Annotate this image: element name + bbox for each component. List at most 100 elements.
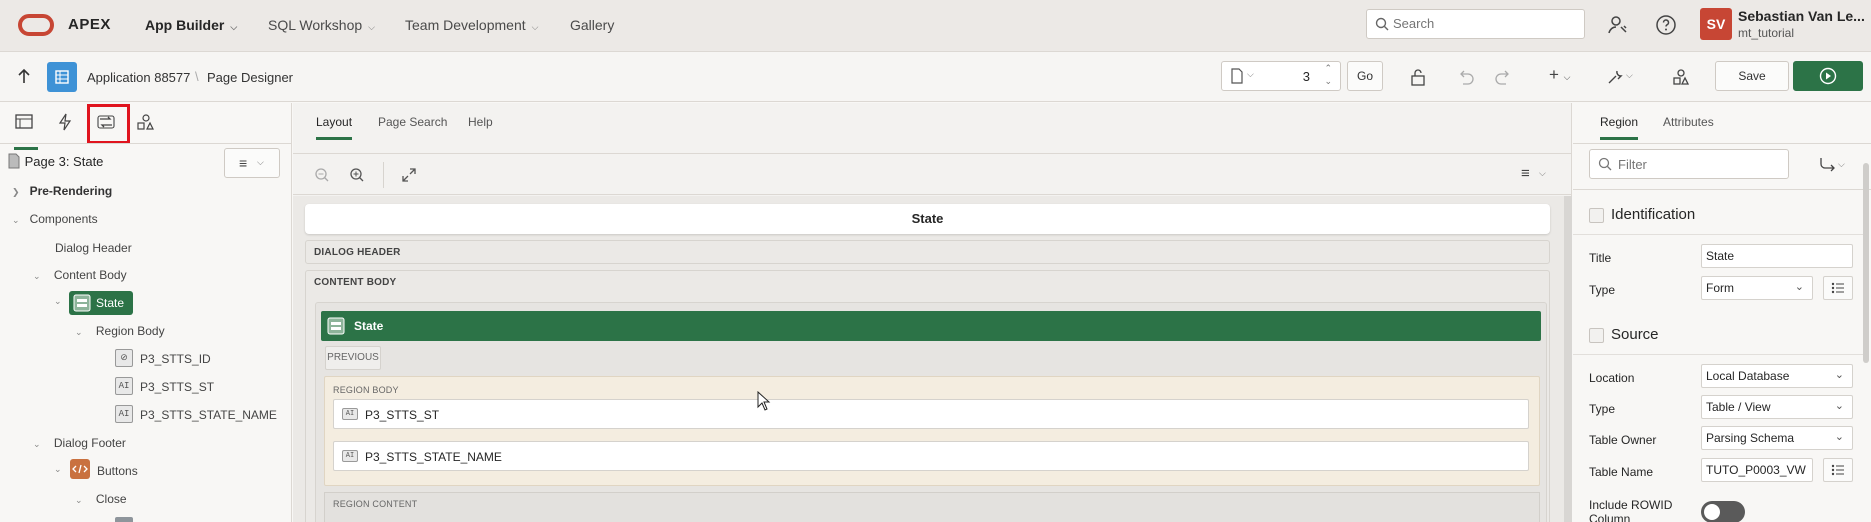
item-p3-stts-state-name-label: P3_STTS_STATE_NAME xyxy=(365,450,502,464)
tree-item-p3-stts-id[interactable]: P3_STTS_ID xyxy=(140,352,211,366)
hamburger-icon[interactable]: ≡ xyxy=(1521,165,1530,182)
page-designer-toolbar: Application 88577 \ Page Designer ⌵ 3 ⌃ … xyxy=(0,52,1871,102)
item-p3-stts-st[interactable]: AI P3_STTS_ST xyxy=(333,399,1529,429)
tree-content-body-label: Content Body xyxy=(53,268,127,282)
chevron-down-icon: ⌄ xyxy=(33,271,41,281)
chevron-down-icon[interactable]: ⌄ xyxy=(1324,76,1332,87)
nav-app-builder[interactable]: App Builder ⌵ xyxy=(145,17,237,33)
oracle-logo[interactable] xyxy=(18,14,54,36)
include-rowid-toggle[interactable] xyxy=(1701,501,1745,522)
previous-position[interactable]: PREVIOUS xyxy=(325,346,381,370)
region-state-header[interactable]: State xyxy=(321,311,1541,341)
tree-buttons[interactable]: Buttons xyxy=(97,464,138,478)
prop-title-value[interactable]: State xyxy=(1701,244,1853,268)
collapse-checkbox[interactable] xyxy=(1589,328,1604,343)
nav-team-development[interactable]: Team Development ⌵ xyxy=(405,17,538,33)
admin-tools-icon[interactable] xyxy=(1606,13,1630,37)
redo-icon[interactable] xyxy=(1493,67,1513,87)
tab-page-search[interactable]: Page Search xyxy=(378,115,447,129)
chevron-down-icon[interactable]: ⌄ xyxy=(54,464,62,475)
zoom-out-icon[interactable] xyxy=(314,167,330,183)
tree-components-label: Components xyxy=(29,212,98,226)
page-node[interactable]: Page 3: State xyxy=(7,153,103,169)
breadcrumb-page-designer: Page Designer xyxy=(207,70,293,85)
utilities-wrench-icon[interactable] xyxy=(1605,67,1625,87)
tree-item-p3-stts-state-name[interactable]: P3_STTS_STATE_NAME xyxy=(140,408,277,422)
filter-input[interactable] xyxy=(1618,157,1778,172)
properties-scrollbar[interactable] xyxy=(1863,163,1869,363)
prop-type-select[interactable]: Form ⌄ xyxy=(1701,276,1813,300)
chevron-down-icon[interactable]: ⌵ xyxy=(1838,159,1845,170)
section-source[interactable]: Source xyxy=(1573,315,1865,355)
apex-brand[interactable]: APEX xyxy=(68,16,111,33)
tree-region-state-label: State xyxy=(96,296,125,310)
region-content-area[interactable]: REGION CONTENT xyxy=(324,492,1540,522)
search-input[interactable] xyxy=(1393,16,1573,31)
breadcrumb-application[interactable]: Application 88577 xyxy=(87,70,190,85)
text-field-icon: AI xyxy=(342,450,358,462)
tree-region-state[interactable]: State xyxy=(69,291,133,315)
user-name[interactable]: Sebastian Van Le... xyxy=(1738,8,1865,24)
chevron-up-icon[interactable]: ⌃ xyxy=(1324,63,1332,74)
chevron-down-icon: ⌵ xyxy=(257,157,264,167)
tab-dynamic-actions[interactable] xyxy=(56,113,80,135)
tab-layout[interactable]: Layout xyxy=(316,115,353,140)
save-button[interactable]: Save xyxy=(1715,61,1789,91)
tree-dialog-footer[interactable]: ⌄ Dialog Footer xyxy=(33,436,126,450)
section-identification[interactable]: Identification xyxy=(1573,195,1865,235)
hidden-item-icon: ⊘ xyxy=(115,349,133,367)
go-button[interactable]: Go xyxy=(1347,61,1383,91)
go-to-group-icon[interactable] xyxy=(1818,156,1838,172)
tree-pre-rendering[interactable]: ❯ Pre-Rendering xyxy=(12,184,112,198)
page-icon xyxy=(8,153,20,169)
arrow-up-icon[interactable] xyxy=(17,68,31,84)
tab-help[interactable]: Help xyxy=(468,115,493,129)
tab-shared-components[interactable] xyxy=(136,113,160,135)
undo-icon[interactable] xyxy=(1456,67,1476,87)
expand-icon[interactable] xyxy=(401,167,417,183)
page-number-value[interactable]: 3 xyxy=(1303,69,1310,84)
tree-close[interactable]: ⌄ Close xyxy=(75,492,127,506)
tab-region[interactable]: Region xyxy=(1600,115,1639,140)
page-selector[interactable]: ⌵ 3 ⌃ ⌄ xyxy=(1221,61,1341,91)
tree-dialog-header[interactable]: Dialog Header xyxy=(55,241,132,255)
list-icon-button[interactable] xyxy=(1823,458,1853,482)
lock-page-icon[interactable] xyxy=(1408,67,1428,87)
tab-rendering[interactable] xyxy=(14,113,38,150)
search-icon xyxy=(1375,17,1389,31)
application-icon[interactable] xyxy=(47,62,77,92)
run-page-button[interactable] xyxy=(1793,61,1863,91)
dialog-header-region[interactable]: DIALOG HEADER xyxy=(305,240,1550,264)
zoom-in-icon[interactable] xyxy=(349,167,365,183)
tree-content-body[interactable]: ⌄ Content Body xyxy=(33,268,127,282)
help-icon[interactable] xyxy=(1654,13,1678,37)
create-icon[interactable]: + ⌵ xyxy=(1549,65,1570,85)
tab-attributes[interactable]: Attributes xyxy=(1663,115,1714,129)
nav-sql-workshop[interactable]: SQL Workshop ⌵ xyxy=(268,17,375,33)
prop-table-owner-select[interactable]: Parsing Schema ⌄ xyxy=(1701,426,1853,450)
breadcrumb-separator: \ xyxy=(195,69,199,84)
collapse-checkbox[interactable] xyxy=(1589,208,1604,223)
prop-source-type-select[interactable]: Table / View ⌄ xyxy=(1701,395,1853,419)
prop-type-value: Form xyxy=(1706,281,1734,295)
list-icon-button[interactable] xyxy=(1823,276,1853,300)
prop-table-name-value[interactable]: TUTO_P0003_VW xyxy=(1701,458,1813,482)
chevron-down-icon[interactable]: ⌵ xyxy=(1539,168,1546,179)
item-p3-stts-state-name[interactable]: AI P3_STTS_STATE_NAME xyxy=(333,441,1529,471)
tree-region-body[interactable]: ⌄ Region Body xyxy=(75,324,165,338)
filter-box[interactable] xyxy=(1589,149,1789,179)
shared-components-icon[interactable] xyxy=(1671,67,1691,87)
application-grid-icon xyxy=(55,70,69,84)
mouse-cursor-icon xyxy=(757,391,771,411)
dialog-title[interactable]: State xyxy=(305,204,1550,234)
user-avatar[interactable]: SV xyxy=(1700,8,1732,40)
canvas-scrollbar[interactable] xyxy=(1564,196,1572,522)
tree-item-p3-stts-st[interactable]: P3_STTS_ST xyxy=(140,380,214,394)
nav-gallery[interactable]: Gallery xyxy=(570,17,614,33)
prop-location-select[interactable]: Local Database ⌄ xyxy=(1701,364,1853,388)
tree-close-label: Close xyxy=(95,492,127,506)
tree-menu-button[interactable]: ≡ ⌵ xyxy=(224,148,280,178)
chevron-down-icon[interactable]: ⌄ xyxy=(54,296,62,307)
search-box[interactable] xyxy=(1366,9,1585,39)
tree-components[interactable]: ⌄ Components xyxy=(12,212,98,226)
